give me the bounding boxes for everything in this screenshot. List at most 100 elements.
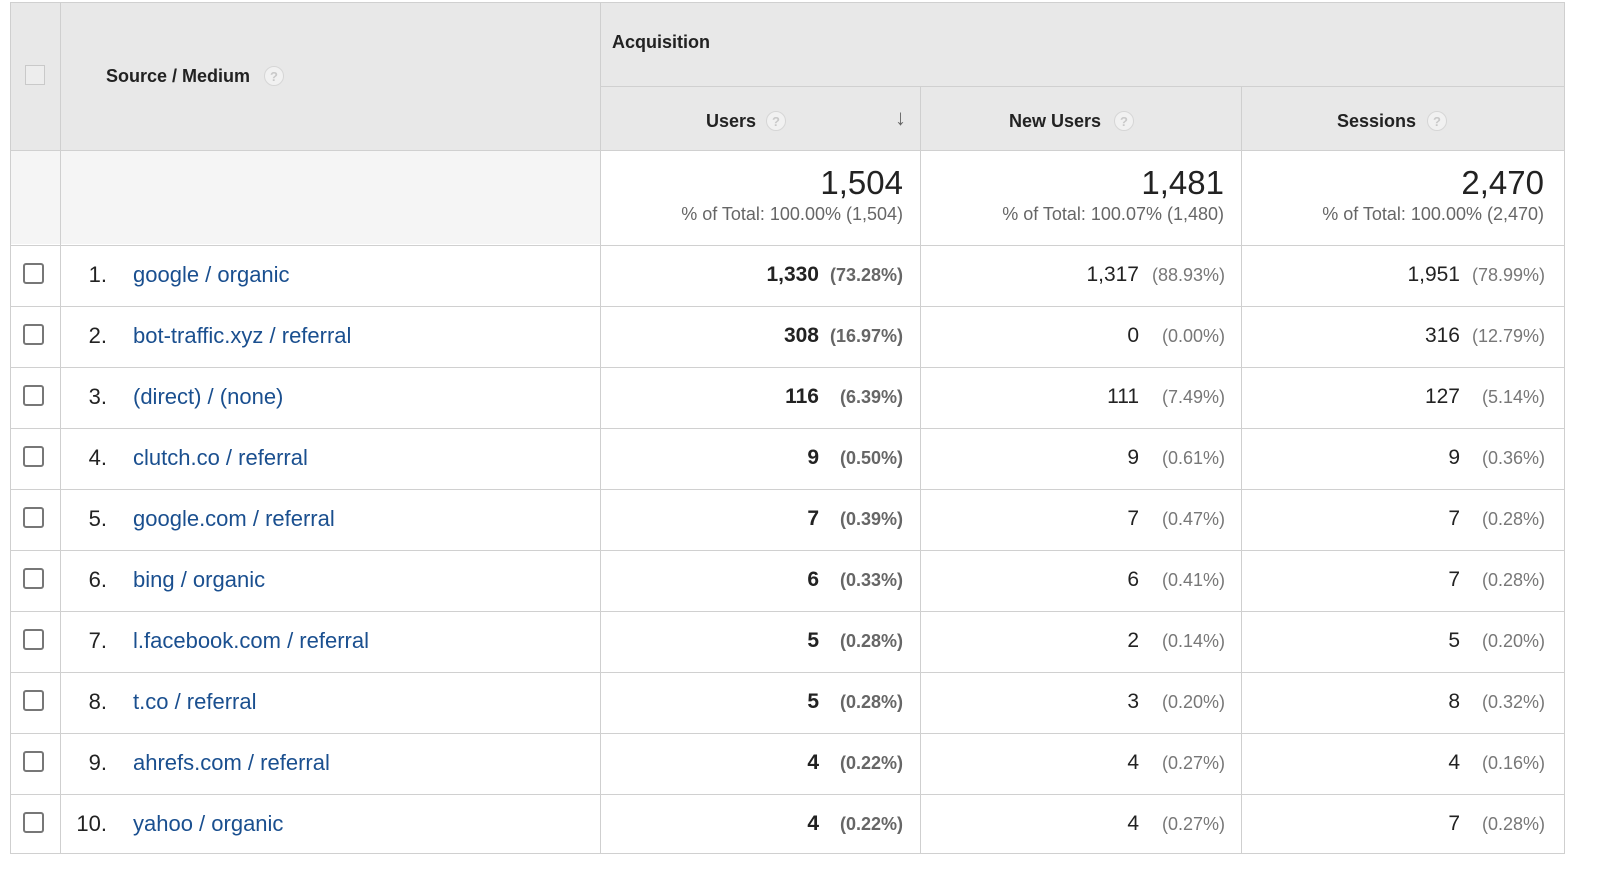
users-total: 1,504 — [820, 164, 903, 201]
sessions-value: 316 — [1424, 324, 1460, 347]
sessions-percent: (0.36%) — [1482, 448, 1546, 468]
users-value: 116 — [785, 385, 819, 408]
grid-line — [10, 150, 1565, 151]
row-checkbox[interactable] — [23, 690, 44, 711]
table-row: 6. bing / organic 6 (0.33%) 6 (0.41%) 7 … — [10, 550, 1565, 611]
sessions-percent: (12.79%) — [1472, 326, 1546, 346]
table-row: 3. (direct) / (none) 116 (6.39%) 111 (7.… — [10, 367, 1565, 428]
sessions-help-icon[interactable]: ? — [1427, 111, 1447, 131]
row-checkbox[interactable] — [23, 507, 44, 528]
sessions-percent: (0.16%) — [1482, 753, 1546, 773]
source-medium-link[interactable]: clutch.co / referral — [133, 445, 308, 471]
sessions-percent: (5.14%) — [1482, 387, 1546, 407]
grid-line — [10, 550, 1565, 551]
row-index: 7. — [88, 628, 107, 653]
new-users-value: 111 — [1107, 385, 1139, 408]
source-medium-link[interactable]: bing / organic — [133, 567, 265, 593]
new-users-percent: (0.47%) — [1162, 509, 1226, 529]
grid-line — [920, 86, 921, 853]
row-index: 10. — [76, 811, 107, 836]
users-header[interactable]: Users — [706, 111, 756, 132]
table-row: 2. bot-traffic.xyz / referral 308 (16.97… — [10, 306, 1565, 367]
grid-line — [10, 306, 1565, 307]
row-checkbox[interactable] — [23, 812, 44, 833]
acquisition-header: Acquisition — [612, 32, 710, 52]
row-index: 8. — [88, 689, 107, 714]
row-checkbox[interactable] — [23, 324, 44, 345]
row-checkbox[interactable] — [23, 263, 44, 284]
new-users-percent: (0.41%) — [1162, 570, 1226, 590]
row-checkbox[interactable] — [23, 446, 44, 467]
new-users-percent: (0.20%) — [1162, 692, 1226, 712]
source-medium-link[interactable]: (direct) / (none) — [133, 384, 283, 410]
source-medium-link[interactable]: t.co / referral — [133, 689, 256, 715]
header-users-cell[interactable] — [600, 86, 920, 150]
grid-line — [10, 489, 1565, 490]
new-users-value: 2 — [1127, 629, 1139, 652]
header-acquisition-cell — [600, 2, 1565, 86]
grid-line — [10, 428, 1565, 429]
sessions-percent: (78.99%) — [1472, 265, 1546, 285]
row-index: 9. — [88, 750, 107, 775]
grid-line — [10, 733, 1565, 734]
sessions-value: 4 — [1448, 751, 1460, 774]
source-medium-help-icon[interactable]: ? — [264, 66, 284, 86]
source-medium-link[interactable]: bot-traffic.xyz / referral — [133, 323, 351, 349]
users-value: 5 — [807, 690, 819, 713]
table-row: 7. l.facebook.com / referral 5 (0.28%) 2… — [10, 611, 1565, 672]
new-users-help-icon[interactable]: ? — [1114, 111, 1134, 131]
sort-descending-icon[interactable]: ↓ — [895, 105, 906, 131]
table-row: 9. ahrefs.com / referral 4 (0.22%) 4 (0.… — [10, 733, 1565, 794]
users-percent: (0.22%) — [840, 814, 904, 834]
users-percent: (6.39%) — [840, 387, 904, 407]
new-users-percent: (0.27%) — [1162, 753, 1226, 773]
sessions-value: 127 — [1424, 385, 1460, 408]
source-medium-link[interactable]: yahoo / organic — [133, 811, 283, 837]
table-row: 8. t.co / referral 5 (0.28%) 3 (0.20%) 8… — [10, 672, 1565, 733]
source-medium-link[interactable]: ahrefs.com / referral — [133, 750, 330, 776]
users-percent: (0.33%) — [840, 570, 904, 590]
table-row: 10. yahoo / organic 4 (0.22%) 4 (0.27%) … — [10, 794, 1565, 855]
users-value: 308 — [783, 324, 819, 347]
new-users-header[interactable]: New Users — [1009, 111, 1101, 132]
source-medium-link[interactable]: l.facebook.com / referral — [133, 628, 369, 654]
sessions-total: 2,470 — [1461, 164, 1544, 201]
new-users-value: 4 — [1127, 751, 1139, 774]
sessions-value: 8 — [1448, 690, 1460, 713]
users-percent: (16.97%) — [830, 326, 904, 346]
grid-line — [10, 794, 1565, 795]
users-percent: (0.28%) — [840, 631, 904, 651]
row-checkbox[interactable] — [23, 629, 44, 650]
source-medium-link[interactable]: google / organic — [133, 262, 290, 288]
row-index: 6. — [88, 567, 107, 592]
users-value: 6 — [807, 568, 819, 591]
sessions-value: 9 — [1448, 446, 1460, 469]
totals-row-values — [600, 150, 1565, 244]
grid-line — [10, 611, 1565, 612]
row-checkbox[interactable] — [23, 385, 44, 406]
new-users-value: 7 — [1127, 507, 1139, 530]
sessions-percent: (0.28%) — [1482, 509, 1546, 529]
users-percent: (0.28%) — [840, 692, 904, 712]
sessions-header[interactable]: Sessions — [1337, 111, 1416, 132]
row-checkbox[interactable] — [23, 568, 44, 589]
users-help-icon[interactable]: ? — [766, 111, 786, 131]
grid-line — [10, 853, 1565, 854]
sessions-value: 7 — [1448, 568, 1460, 591]
new-users-total-percent: % of Total: 100.07% (1,480) — [1002, 204, 1224, 224]
users-value: 9 — [807, 446, 819, 469]
users-value: 5 — [807, 629, 819, 652]
table-row: 4. clutch.co / referral 9 (0.50%) 9 (0.6… — [10, 428, 1565, 489]
new-users-percent: (7.49%) — [1162, 387, 1226, 407]
source-medium-link[interactable]: google.com / referral — [133, 506, 335, 532]
users-value: 4 — [807, 751, 819, 774]
grid-line — [600, 86, 1565, 87]
source-medium-header[interactable]: Source / Medium — [106, 66, 250, 87]
users-total-percent: % of Total: 100.00% (1,504) — [681, 204, 903, 224]
row-checkbox[interactable] — [23, 751, 44, 772]
grid-line — [10, 2, 1565, 3]
table-row: 5. google.com / referral 7 (0.39%) 7 (0.… — [10, 489, 1565, 550]
select-all-checkbox[interactable] — [25, 65, 45, 85]
sessions-value: 7 — [1448, 812, 1460, 835]
row-index: 4. — [88, 445, 107, 470]
